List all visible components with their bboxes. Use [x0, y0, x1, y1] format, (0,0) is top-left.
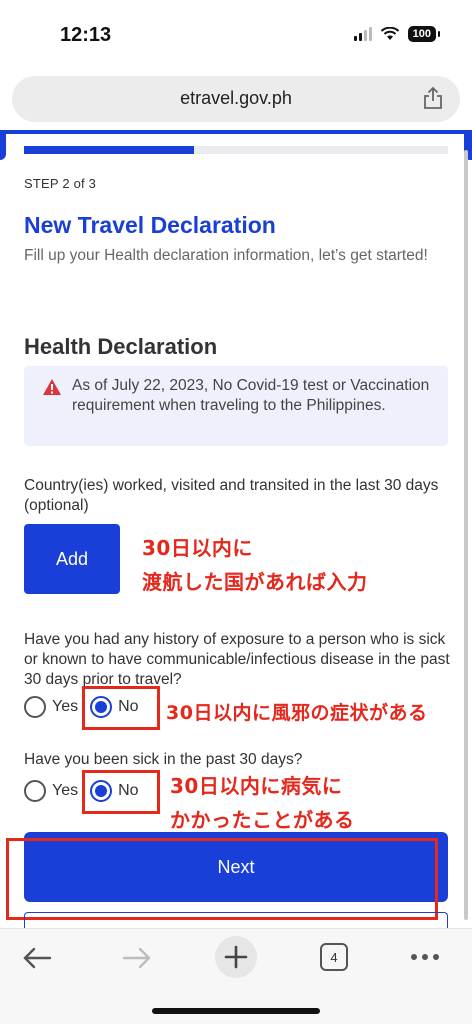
- address-bar[interactable]: etravel.gov.ph: [12, 76, 460, 122]
- notice-text: As of July 22, 2023, No Covid-19 test or…: [72, 377, 430, 414]
- sick-question: Have you been sick in the past 30 days?: [24, 751, 303, 768]
- sick-no-highlight: [82, 770, 160, 814]
- add-country-button[interactable]: Add: [24, 524, 120, 594]
- exposure-yes-option[interactable]: Yes: [24, 696, 78, 718]
- new-tab-icon[interactable]: [214, 935, 258, 979]
- signal-icon: [353, 27, 372, 41]
- status-time: 12:13: [60, 24, 112, 46]
- next-highlight: [6, 838, 438, 920]
- battery-icon: 100: [407, 26, 441, 42]
- step-label: STEP 2 of 3: [24, 176, 97, 191]
- back-icon[interactable]: [22, 945, 52, 971]
- forward-icon[interactable]: [122, 945, 152, 971]
- annotation-countries-line2: 渡航した国があれば入力: [142, 570, 368, 594]
- section-title: Health Declaration: [24, 334, 218, 359]
- page-title: New Travel Declaration: [24, 212, 276, 238]
- countries-question: Country(ies) worked, visited and transit…: [24, 477, 439, 514]
- tab-count: 4: [330, 949, 338, 965]
- share-icon[interactable]: [422, 86, 444, 110]
- annotation-sick-line2: かかったことがある: [170, 808, 355, 832]
- annotation-countries-line1: 30日以内に: [142, 536, 253, 560]
- warning-icon: [43, 379, 61, 395]
- status-bar: 12:13 100: [0, 0, 472, 70]
- exposure-yes-radio[interactable]: [24, 696, 46, 718]
- home-indicator: [152, 1008, 320, 1014]
- progress-fill: [24, 146, 194, 154]
- sick-yes-option[interactable]: Yes: [24, 780, 78, 802]
- page-subtitle: Fill up your Health declaration informat…: [24, 247, 428, 264]
- annotation-exposure: 30日以内に風邪の症状がある: [166, 702, 428, 724]
- notice-banner: As of July 22, 2023, No Covid-19 test or…: [24, 366, 448, 446]
- url-text[interactable]: etravel.gov.ph: [12, 88, 460, 109]
- sick-yes-radio[interactable]: [24, 780, 46, 802]
- scrollbar[interactable]: [464, 150, 468, 920]
- tabs-button[interactable]: 4: [320, 943, 348, 971]
- annotation-sick-line1: 30日以内に病気に: [170, 774, 343, 798]
- sick-yes-label: Yes: [52, 782, 79, 799]
- wifi-icon: [380, 27, 399, 40]
- more-icon[interactable]: [410, 953, 440, 961]
- page-edge-left: [0, 130, 6, 160]
- exposure-no-highlight: [82, 686, 160, 730]
- progress-bar: [24, 146, 448, 154]
- status-icons: 100: [353, 26, 441, 42]
- exposure-question: Have you had any history of exposure to …: [24, 631, 450, 688]
- exposure-yes-label: Yes: [52, 698, 79, 715]
